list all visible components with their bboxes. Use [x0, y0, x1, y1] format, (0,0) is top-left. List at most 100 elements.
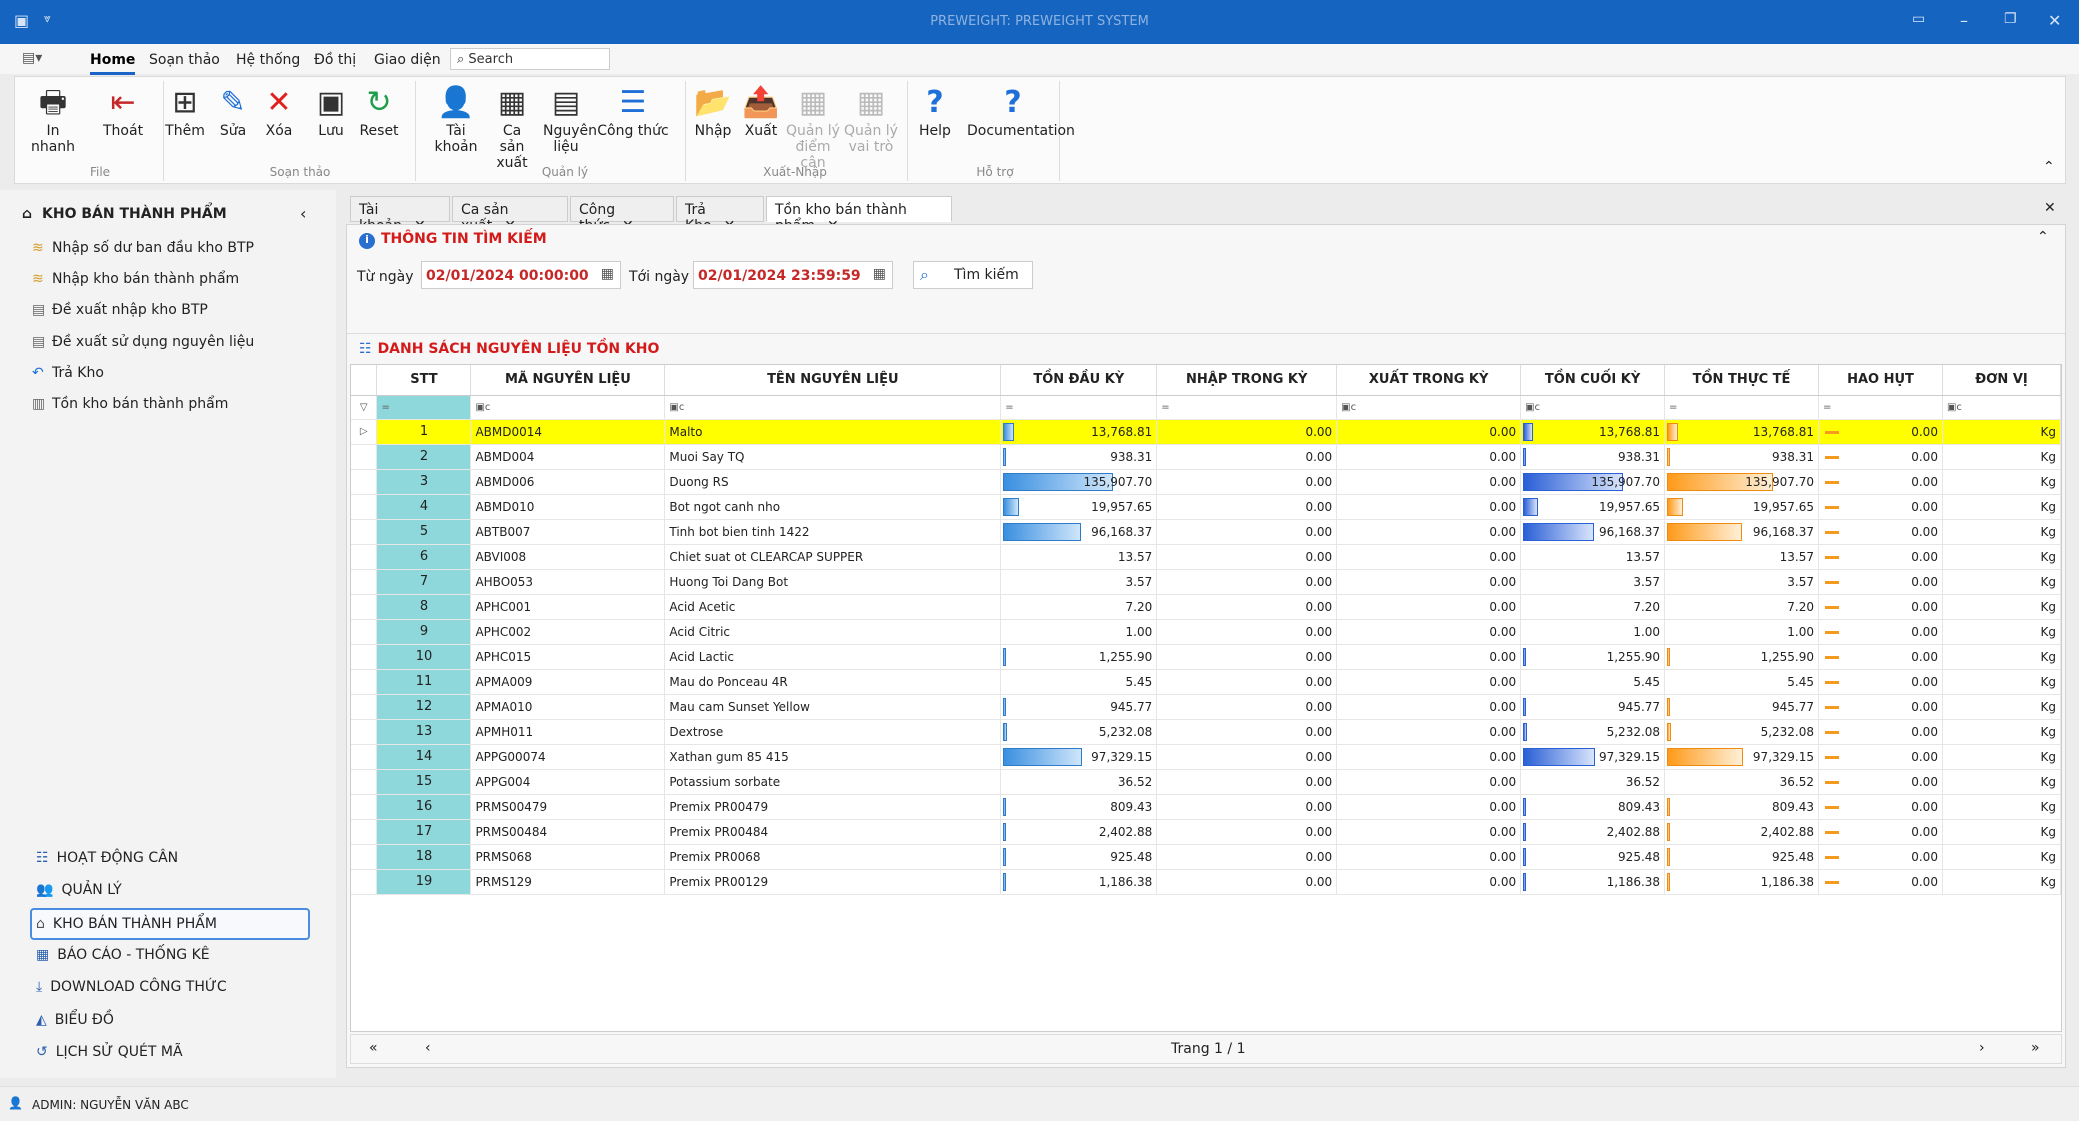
- table-cell[interactable]: 19: [376, 869, 472, 895]
- filter-cell[interactable]: ▣c: [1942, 395, 2061, 420]
- table-cell[interactable]: 1,255.90: [1520, 644, 1666, 670]
- table-cell[interactable]: PRMS00479: [470, 794, 666, 820]
- section-kho-ban-thanh-pham[interactable]: ⌂ KHO BÁN THÀNH PHẨM: [30, 908, 310, 940]
- table-cell[interactable]: 0.00: [1818, 444, 1943, 470]
- table-cell[interactable]: 0.00: [1156, 794, 1338, 820]
- table-cell[interactable]: 0.00: [1818, 794, 1943, 820]
- table-cell[interactable]: 13.57: [1000, 544, 1158, 570]
- table-cell[interactable]: 5,232.08: [1520, 719, 1666, 745]
- section-bao-cao[interactable]: ▦ BÁO CÁO - THỐNG KÊ: [36, 947, 210, 963]
- table-cell[interactable]: 0.00: [1156, 519, 1338, 545]
- col-stt[interactable]: STT: [376, 365, 472, 396]
- filter-cell[interactable]: =: [376, 395, 472, 420]
- table-cell[interactable]: 0.00: [1818, 544, 1943, 570]
- table-cell[interactable]: 16: [376, 794, 472, 820]
- table-cell[interactable]: 938.31: [1664, 444, 1819, 470]
- table-cell[interactable]: 0.00: [1336, 719, 1522, 745]
- edit-button[interactable]: ✎ Sửa: [215, 83, 251, 139]
- table-cell[interactable]: 1,186.38: [1520, 869, 1666, 895]
- table-cell[interactable]: Malto: [664, 419, 1002, 445]
- table-row[interactable]: ▷ 1 ABMD0014 Malto 13,768.81 0.00 0.00 13,768.8…: [351, 419, 2061, 445]
- table-cell[interactable]: 0.00: [1336, 469, 1522, 495]
- table-cell[interactable]: 7.20: [1000, 594, 1158, 620]
- table-cell[interactable]: Kg: [1942, 769, 2061, 795]
- row-indicator[interactable]: [351, 619, 378, 645]
- table-cell[interactable]: 0.00: [1336, 494, 1522, 520]
- table-cell[interactable]: Dextrose: [664, 719, 1002, 745]
- table-cell[interactable]: 0.00: [1818, 719, 1943, 745]
- table-cell[interactable]: 945.77: [1000, 694, 1158, 720]
- table-cell[interactable]: Kg: [1942, 469, 2061, 495]
- table-cell[interactable]: 1.00: [1664, 619, 1819, 645]
- filter-cell[interactable]: =: [1818, 395, 1943, 420]
- account-button[interactable]: 👤 Tài khoản: [425, 83, 487, 155]
- table-cell[interactable]: 1,255.90: [1664, 644, 1819, 670]
- table-cell[interactable]: 19,957.65: [1520, 494, 1666, 520]
- row-indicator[interactable]: [351, 469, 378, 495]
- tab-home[interactable]: Home: [90, 52, 136, 75]
- table-cell[interactable]: 925.48: [1664, 844, 1819, 870]
- table-cell[interactable]: ABVI008: [470, 544, 666, 570]
- table-cell[interactable]: ABTB007: [470, 519, 666, 545]
- table-cell[interactable]: 9: [376, 619, 472, 645]
- minimize-icon[interactable]: –: [1960, 11, 1968, 30]
- row-indicator[interactable]: [351, 544, 378, 570]
- collapse-sidebar-icon[interactable]: ‹: [300, 204, 306, 223]
- table-cell[interactable]: Kg: [1942, 619, 2061, 645]
- table-cell[interactable]: 0.00: [1336, 669, 1522, 695]
- section-bieu-do[interactable]: ◭ BIỂU ĐỒ: [36, 1012, 114, 1028]
- table-cell[interactable]: 135,907.70: [1664, 469, 1819, 495]
- table-row[interactable]: 4 ABMD010 Bot ngot canh nho 19,957.65 0.00 0.…: [351, 494, 2061, 520]
- table-row[interactable]: 19 PRMS129 Premix PR00129 1,186.38 0.00 0.00 1…: [351, 869, 2061, 895]
- table-cell[interactable]: 0.00: [1818, 619, 1943, 645]
- table-cell[interactable]: 19,957.65: [1664, 494, 1819, 520]
- table-cell[interactable]: 0.00: [1336, 869, 1522, 895]
- row-indicator[interactable]: [351, 744, 378, 770]
- table-cell[interactable]: 18: [376, 844, 472, 870]
- col-ma[interactable]: MÃ NGUYÊN LIỆU: [470, 365, 666, 396]
- table-cell[interactable]: 0.00: [1156, 644, 1338, 670]
- table-cell[interactable]: 0.00: [1336, 444, 1522, 470]
- table-cell[interactable]: Mau cam Sunset Yellow: [664, 694, 1002, 720]
- table-cell[interactable]: 0.00: [1818, 644, 1943, 670]
- collapse-ribbon-icon[interactable]: ⌃: [2043, 159, 2055, 175]
- table-cell[interactable]: 938.31: [1000, 444, 1158, 470]
- table-cell[interactable]: 945.77: [1664, 694, 1819, 720]
- table-cell[interactable]: 135,907.70: [1000, 469, 1158, 495]
- table-cell[interactable]: 13,768.81: [1520, 419, 1666, 445]
- row-indicator[interactable]: [351, 844, 378, 870]
- table-cell[interactable]: 19,957.65: [1000, 494, 1158, 520]
- table-cell[interactable]: 96,168.37: [1520, 519, 1666, 545]
- table-cell[interactable]: ABMD0014: [470, 419, 666, 445]
- table-cell[interactable]: 0.00: [1336, 844, 1522, 870]
- table-cell[interactable]: 3: [376, 469, 472, 495]
- row-indicator[interactable]: [351, 769, 378, 795]
- table-cell[interactable]: Kg: [1942, 694, 2061, 720]
- table-row[interactable]: 7 AHBO053 Huong Toi Dang Bot 3.57 0.00 0.00 3.…: [351, 569, 2061, 595]
- sidebar-item-nhap-so-du[interactable]: ≋ Nhập số dư ban đầu kho BTP: [32, 240, 254, 256]
- from-date-input[interactable]: 02/01/2024 00:00:00 ▦: [421, 261, 621, 289]
- table-row[interactable]: 16 PRMS00479 Premix PR00479 809.43 0.00 0.00 8…: [351, 794, 2061, 820]
- table-cell[interactable]: 36.52: [1000, 769, 1158, 795]
- table-cell[interactable]: 0.00: [1156, 694, 1338, 720]
- close-window-icon[interactable]: ✕: [2048, 11, 2061, 30]
- filter-cell[interactable]: ▣c: [1520, 395, 1666, 420]
- table-cell[interactable]: APPG004: [470, 769, 666, 795]
- table-cell[interactable]: 5.45: [1664, 669, 1819, 695]
- table-cell[interactable]: 0.00: [1156, 444, 1338, 470]
- help-button[interactable]: ? Help: [915, 83, 955, 139]
- sidebar-item-nhap-kho[interactable]: ≋ Nhập kho bán thành phẩm: [32, 271, 239, 287]
- tab-giao-dien[interactable]: Giao diện: [374, 52, 441, 68]
- table-cell[interactable]: 0.00: [1818, 869, 1943, 895]
- tab-he-thong[interactable]: Hệ thống: [236, 52, 300, 68]
- table-cell[interactable]: 7: [376, 569, 472, 595]
- table-cell[interactable]: 3.57: [1520, 569, 1666, 595]
- row-indicator[interactable]: [351, 694, 378, 720]
- table-cell[interactable]: Kg: [1942, 844, 2061, 870]
- table-cell[interactable]: 5.45: [1520, 669, 1666, 695]
- table-cell[interactable]: 13,768.81: [1664, 419, 1819, 445]
- table-cell[interactable]: 13,768.81: [1000, 419, 1158, 445]
- collapse-panel-icon[interactable]: ⌃: [2037, 229, 2049, 245]
- table-cell[interactable]: Premix PR00129: [664, 869, 1002, 895]
- sidebar-item-tra-kho[interactable]: ↶ Trả Kho: [32, 365, 104, 381]
